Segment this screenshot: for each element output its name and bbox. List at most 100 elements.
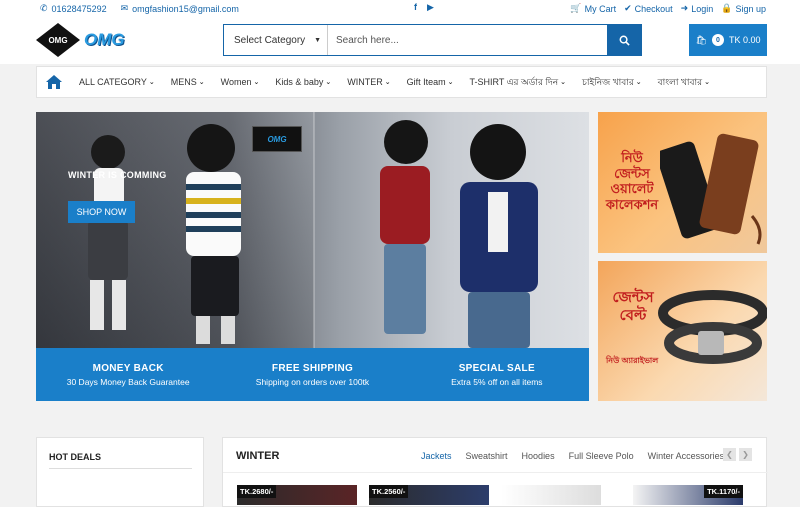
cart-button[interactable]: 🛍 0 TK 0.00 bbox=[689, 24, 767, 56]
chevron-down-icon: ⌄ bbox=[198, 79, 205, 86]
chevron-left-icon[interactable]: ❮ bbox=[723, 448, 736, 461]
email-address: omgfashion15@gmail.com bbox=[132, 3, 239, 14]
phone-icon: ✆ bbox=[40, 3, 48, 13]
tab-winter-accessories[interactable]: Winter Accessories bbox=[648, 451, 725, 461]
hero-kids-photo bbox=[88, 120, 538, 348]
my-cart-link[interactable]: 🛒 My Cart bbox=[570, 3, 616, 14]
belt-image bbox=[658, 290, 767, 364]
nav-item-tshirt-order[interactable]: T-SHIRT এর অর্ডার দিন ⌄ bbox=[462, 75, 575, 90]
chevron-down-icon: ⌄ bbox=[704, 79, 710, 86]
wallet-image bbox=[660, 133, 762, 245]
promo-banner-belt[interactable]: জেন্টস বেল্ট নিউ অ্যারাইভাল bbox=[598, 261, 767, 401]
cart-icon: 🛒 bbox=[570, 3, 582, 13]
product-card[interactable]: TK.2560/- bbox=[369, 485, 489, 505]
product-card[interactable] bbox=[501, 485, 601, 505]
nav-item-chinese-food[interactable]: চাইনিজ খাবার ⌄ bbox=[574, 75, 650, 90]
facebook-icon[interactable]: f bbox=[414, 2, 417, 13]
hero-tagline: WINTER IS COMMING bbox=[68, 170, 167, 180]
nav-label: Kids & baby bbox=[275, 77, 324, 87]
nav-label: WINTER bbox=[347, 77, 383, 87]
category-select[interactable]: Select Category ▼ bbox=[224, 25, 328, 55]
price-tag: TK.2680/- bbox=[237, 485, 277, 498]
email-contact[interactable]: ✉ omgfashion15@gmail.com bbox=[121, 3, 239, 14]
cart-total: TK 0.00 bbox=[728, 35, 761, 45]
chevron-down-icon: ⌄ bbox=[560, 79, 567, 86]
cart-count-badge: 0 bbox=[711, 34, 724, 46]
feature-free-shipping: FREE SHIPPING Shipping on orders over 10… bbox=[220, 348, 404, 401]
nav-label: Women bbox=[220, 77, 252, 87]
logo-text: OMG bbox=[84, 30, 125, 49]
feature-special-sale: SPECIAL SALE Extra 5% off on all items bbox=[405, 348, 589, 401]
hot-deals-panel: HOT DEALS bbox=[36, 437, 204, 507]
feature-title: SPECIAL SALE bbox=[458, 362, 535, 374]
carousel-arrows: ❮ ❯ bbox=[723, 448, 752, 461]
shop-now-button[interactable]: SHOP NOW bbox=[68, 201, 135, 223]
home-button[interactable] bbox=[37, 67, 71, 97]
phone-number: 01628475292 bbox=[51, 3, 107, 14]
nav-label: চাইনিজ খাবার bbox=[582, 76, 634, 87]
login-link[interactable]: ➜ Login bbox=[681, 3, 714, 14]
chevron-right-icon[interactable]: ❯ bbox=[739, 448, 752, 461]
winter-tabs: Jackets Sweatshirt Hoodies Full Sleeve P… bbox=[421, 451, 724, 461]
nav-item-gift-iteam[interactable]: Gift Iteam ⌄ bbox=[399, 77, 462, 87]
checkout-link[interactable]: ✔ Checkout bbox=[624, 3, 673, 14]
feature-subtitle: Extra 5% off on all items bbox=[451, 376, 543, 387]
nav-label: বাংলা খাবার bbox=[657, 76, 703, 87]
nav-label: Gift Iteam bbox=[406, 77, 446, 87]
nav-item-women[interactable]: Women ⌄ bbox=[213, 77, 268, 87]
check-icon: ✔ bbox=[624, 3, 632, 13]
chevron-down-icon: ⌄ bbox=[384, 79, 391, 86]
feature-subtitle: Shipping on orders over 100tk bbox=[255, 376, 370, 387]
envelope-icon: ✉ bbox=[120, 3, 129, 13]
shopping-bag-icon: 🛍 bbox=[695, 34, 707, 45]
login-icon: ➜ bbox=[680, 3, 689, 13]
phone-contact[interactable]: ✆ 01628475292 bbox=[40, 3, 107, 14]
category-select-label: Select Category bbox=[234, 34, 306, 46]
nav-item-mens[interactable]: MENS ⌄ bbox=[163, 77, 213, 87]
hero-banner[interactable]: OMG WINTER IS COMMING SHOP NOW bbox=[36, 112, 589, 348]
nav-label: MENS bbox=[170, 77, 197, 87]
tab-jackets[interactable]: Jackets bbox=[421, 451, 452, 461]
youtube-icon[interactable]: ▶ bbox=[427, 2, 434, 13]
promo-text: জেন্টস বেল্ট bbox=[612, 289, 654, 324]
promo-subtext: নিউ অ্যারাইভাল bbox=[606, 356, 659, 365]
nav-item-all-category[interactable]: ALL CATEGORY ⌄ bbox=[71, 77, 163, 87]
chevron-down-icon: ⌄ bbox=[253, 79, 260, 86]
omg-badge-logo: OMG bbox=[252, 126, 302, 152]
nav-item-winter[interactable]: WINTER ⌄ bbox=[339, 77, 398, 87]
my-cart-label: My Cart bbox=[584, 3, 617, 14]
tab-sweatshirt[interactable]: Sweatshirt bbox=[466, 451, 508, 461]
search-input[interactable] bbox=[328, 25, 607, 55]
divider bbox=[49, 468, 192, 469]
nav-label: T-SHIRT এর অর্ডার দিন bbox=[469, 76, 559, 87]
chevron-down-icon: ⌄ bbox=[325, 79, 332, 86]
home-icon bbox=[46, 75, 62, 89]
search-button[interactable] bbox=[607, 25, 641, 55]
feature-subtitle: 30 Days Money Back Guarantee bbox=[66, 376, 190, 387]
signup-label: Sign up bbox=[735, 3, 766, 14]
site-logo[interactable]: OMG OMG bbox=[36, 22, 136, 58]
search-icon bbox=[619, 35, 630, 46]
promo-text: নিউ জেন্টস ওয়ালেট কালেকশন bbox=[605, 150, 659, 212]
feature-money-back: MONEY BACK 30 Days Money Back Guarantee bbox=[36, 348, 220, 401]
product-card[interactable]: TK.1170/- bbox=[633, 485, 743, 505]
signup-link[interactable]: 🔒 Sign up bbox=[721, 3, 766, 14]
winter-section: WINTER Jackets Sweatshirt Hoodies Full S… bbox=[222, 437, 768, 507]
account-links: 🛒 My Cart ✔ Checkout ➜ Login 🔒 Sign up bbox=[570, 3, 766, 14]
site-header: OMG OMG Select Category ▼ 🛍 0 TK 0.00 bbox=[0, 16, 800, 64]
feature-title: MONEY BACK bbox=[92, 362, 164, 374]
top-bar: ✆ 01628475292 ✉ omgfashion15@gmail.com f ▶… bbox=[0, 0, 800, 16]
logo-badge: OMG bbox=[36, 23, 80, 57]
chevron-down-icon: ⌄ bbox=[148, 79, 155, 86]
nav-item-bangla-food[interactable]: বাংলা খাবার ⌄ bbox=[650, 75, 718, 90]
tab-full-sleeve-polo[interactable]: Full Sleeve Polo bbox=[569, 451, 634, 461]
nav-label: ALL CATEGORY bbox=[79, 77, 147, 87]
nav-item-kids-baby[interactable]: Kids & baby ⌄ bbox=[267, 77, 339, 87]
social-links: f ▶ bbox=[414, 2, 434, 13]
search-bar: Select Category ▼ bbox=[223, 24, 642, 56]
lock-icon: 🔒 bbox=[721, 3, 733, 13]
product-card[interactable]: TK.2680/- bbox=[237, 485, 357, 505]
promo-banner-wallet[interactable]: নিউ জেন্টস ওয়ালেট কালেকশন bbox=[598, 112, 767, 253]
tab-hoodies[interactable]: Hoodies bbox=[522, 451, 555, 461]
feature-title: FREE SHIPPING bbox=[271, 362, 354, 374]
